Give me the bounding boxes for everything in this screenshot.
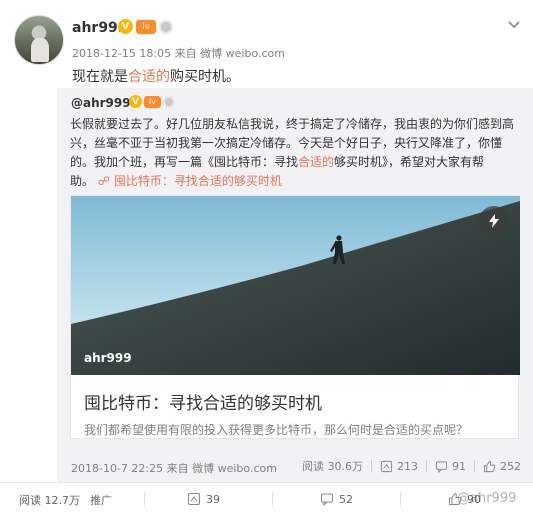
action-separator bbox=[400, 492, 401, 506]
post-text: 现在就是合适的购买时机。 bbox=[72, 69, 240, 85]
flash-icon[interactable] bbox=[479, 206, 509, 236]
weibo-post: ahr999 V lv 2018-12-15 18:05 来自 微博 weibo… bbox=[0, 0, 533, 514]
level-badge-icon[interactable]: lv bbox=[144, 95, 161, 108]
repost-like-button[interactable]: 252 bbox=[483, 460, 521, 473]
action-separator bbox=[144, 492, 145, 506]
repost-stats: 阅读 30.6万 213 91 252 bbox=[302, 458, 521, 474]
article-card[interactable]: ahr999 囤比特币：寻找合适的够买时机 我们都希望使用有限的投入获得更多比特… bbox=[70, 195, 520, 439]
comment-icon bbox=[321, 493, 333, 506]
article-description: 我们都希望使用有限的投入获得更多比特币，那么何时是合适的买点呢？ bbox=[84, 423, 469, 437]
like-icon bbox=[483, 460, 496, 472]
repost-footer: 2018-10-7 22:25 来自 微博 weibo.com 阅读 30.6万… bbox=[71, 458, 521, 476]
repost-meta[interactable]: 2018-10-7 22:25 来自 微博 weibo.com bbox=[71, 460, 277, 476]
comment-button[interactable]: 52 bbox=[320, 492, 353, 506]
repost-text: 长假就要过去了。好几位朋友私信我说，终于搞定了冷储存，我由衷的为你们感到高兴，丝… bbox=[70, 117, 515, 188]
level-badge-icon[interactable]: lv bbox=[136, 19, 156, 34]
medal-icon[interactable] bbox=[163, 95, 175, 108]
highlight-keyword[interactable]: 合适的 bbox=[298, 155, 334, 169]
repost-read-count: 阅读 30.6万 bbox=[302, 460, 363, 473]
forward-button[interactable]: 39 bbox=[187, 492, 220, 506]
verified-badge-icon[interactable]: V bbox=[129, 95, 142, 108]
post-meta[interactable]: 2018-12-15 18:05 来自 微博 weibo.com bbox=[72, 45, 285, 61]
medal-icon[interactable] bbox=[159, 19, 173, 34]
verified-badge-icon[interactable]: V bbox=[118, 19, 133, 34]
repost-forward-button[interactable]: 213 bbox=[380, 460, 418, 473]
link-icon: ☍ bbox=[97, 174, 110, 188]
post-actions-bar: 阅读 12.7万 推广 39 52 90 @ahr999 bbox=[0, 483, 533, 514]
article-cover-image[interactable] bbox=[71, 196, 520, 375]
repost-author[interactable]: @ahr999 bbox=[71, 96, 131, 110]
chevron-down-icon[interactable] bbox=[507, 17, 521, 31]
repost-icon bbox=[380, 460, 393, 472]
weibo-watermark: @ahr999 bbox=[457, 491, 517, 506]
cover-username: ahr999 bbox=[84, 351, 132, 365]
author-badges: V lv bbox=[118, 19, 173, 34]
article-title[interactable]: 囤比特币：寻找合适的够买时机 bbox=[84, 389, 322, 414]
repost-author-badges: V lv bbox=[129, 95, 175, 108]
article-link[interactable]: ☍ 囤比特币：寻找合适的够买时机 bbox=[98, 174, 282, 188]
repost-comment-button[interactable]: 91 bbox=[435, 460, 466, 473]
action-separator bbox=[272, 492, 273, 506]
repost-container: @ahr999 V lv 长假就要过去了。好几位朋友私信我说，终于搞定了冷储存，… bbox=[57, 88, 533, 482]
promote-button[interactable]: 推广 bbox=[90, 492, 112, 508]
post-read-count: 阅读 12.7万 bbox=[19, 494, 80, 507]
avatar[interactable] bbox=[14, 15, 64, 65]
highlight-keyword[interactable]: 合适的 bbox=[128, 69, 170, 85]
comment-icon bbox=[435, 460, 448, 473]
repost-icon bbox=[188, 493, 200, 505]
